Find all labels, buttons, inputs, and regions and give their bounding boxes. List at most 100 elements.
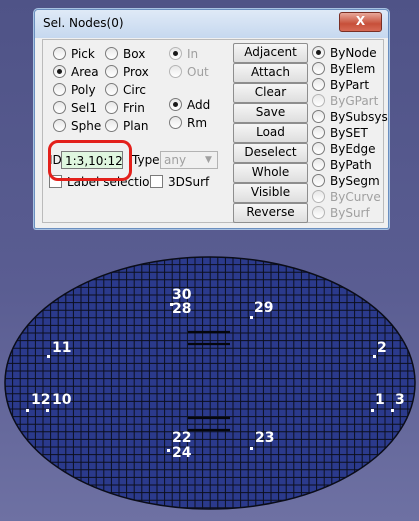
radio-indicator <box>105 119 118 132</box>
radio-plan[interactable]: Plan <box>105 118 149 134</box>
radio-label: Out <box>187 65 209 79</box>
radio-label: ByElem <box>330 62 376 76</box>
radio-indicator <box>312 46 325 59</box>
type-select[interactable]: any ▼ <box>160 151 218 169</box>
radio-label: In <box>187 47 199 61</box>
close-icon: X <box>355 14 366 28</box>
radio-label: Plan <box>123 119 149 133</box>
radio-label: ByPath <box>330 158 372 172</box>
radio-indicator <box>312 62 325 75</box>
node-label: 28 <box>172 301 192 317</box>
radio-out[interactable]: Out <box>169 64 209 80</box>
clear-button[interactable]: Clear <box>233 83 308 103</box>
whole-button[interactable]: Whole <box>233 163 308 183</box>
radio-indicator <box>53 101 66 114</box>
node-label: 3 <box>395 392 405 408</box>
node-marker[interactable] <box>391 409 394 412</box>
node-marker[interactable] <box>371 409 374 412</box>
id-field-highlight <box>48 140 132 181</box>
node-label: 23 <box>255 430 275 446</box>
radio-bysegm[interactable]: BySegm <box>312 173 380 189</box>
radio-label: BySET <box>330 126 368 140</box>
node-label: 11 <box>52 340 72 356</box>
radio-label: ByCurve <box>330 190 381 204</box>
radio-bysurf[interactable]: BySurf <box>312 205 370 221</box>
radio-sphe[interactable]: Sphe <box>53 118 101 134</box>
node-marker[interactable] <box>373 355 376 358</box>
radio-bynode[interactable]: ByNode <box>312 45 377 61</box>
node-marker[interactable] <box>167 449 170 452</box>
radio-indicator <box>53 119 66 132</box>
load-button[interactable]: Load <box>233 123 308 143</box>
3dsurf-checkbox[interactable]: 3DSurf <box>150 174 209 190</box>
radio-indicator <box>53 47 66 60</box>
checkbox-box <box>150 175 163 188</box>
radio-indicator <box>169 65 182 78</box>
radio-rm[interactable]: Rm <box>169 115 207 131</box>
node-label: 2 <box>377 340 387 356</box>
node-label: 22 <box>172 430 192 446</box>
node-label: 1 <box>375 392 385 408</box>
radio-label: Box <box>123 47 146 61</box>
radio-label: Sphe <box>71 119 102 133</box>
radio-in[interactable]: In <box>169 46 198 62</box>
node-marker[interactable] <box>250 447 253 450</box>
radio-prox[interactable]: Prox <box>105 64 149 80</box>
reverse-button[interactable]: Reverse <box>233 203 308 223</box>
radio-bypart[interactable]: ByPart <box>312 77 369 93</box>
radio-bygpart[interactable]: ByGPart <box>312 93 378 109</box>
dialog-titlebar[interactable]: Sel. Nodes(0) X <box>35 10 388 38</box>
radio-indicator <box>312 158 325 171</box>
radio-indicator <box>169 98 182 111</box>
radio-label: BySubsys <box>330 110 388 124</box>
radio-indicator <box>53 65 66 78</box>
node-label: 29 <box>254 300 274 316</box>
radio-indicator <box>312 94 325 107</box>
radio-indicator <box>105 83 118 96</box>
radio-byset[interactable]: BySET <box>312 125 368 141</box>
attach-button[interactable]: Attach <box>233 63 308 83</box>
node-marker[interactable] <box>47 355 50 358</box>
radio-bysubsys[interactable]: BySubsys <box>312 109 388 125</box>
radio-label: ByPart <box>330 78 370 92</box>
deselect-button[interactable]: Deselect <box>233 143 308 163</box>
radio-label: ByEdge <box>330 142 376 156</box>
radio-add[interactable]: Add <box>169 97 210 113</box>
radio-area[interactable]: Area <box>53 64 99 80</box>
radio-frin[interactable]: Frin <box>105 100 145 116</box>
chevron-down-icon[interactable]: ▼ <box>202 153 215 167</box>
radio-indicator <box>169 116 182 129</box>
visible-button[interactable]: Visible <box>233 183 308 203</box>
save-button[interactable]: Save <box>233 103 308 123</box>
node-label: 24 <box>172 445 192 461</box>
node-marker[interactable] <box>250 316 253 319</box>
node-marker[interactable] <box>46 409 49 412</box>
radio-bypath[interactable]: ByPath <box>312 157 372 173</box>
radio-label: BySurf <box>330 206 370 220</box>
radio-pick[interactable]: Pick <box>53 46 95 62</box>
radio-bycurve[interactable]: ByCurve <box>312 189 381 205</box>
radio-label: Pick <box>71 47 95 61</box>
radio-indicator <box>169 47 182 60</box>
radio-label: Poly <box>71 83 96 97</box>
radio-indicator <box>312 206 325 219</box>
radio-label: Prox <box>123 65 149 79</box>
node-marker[interactable] <box>26 409 29 412</box>
checkbox-label: 3DSurf <box>168 175 210 189</box>
select-nodes-dialog: Sel. Nodes(0) X Pick Area Poly Sel1 Sphe… <box>34 9 389 229</box>
radio-indicator <box>105 65 118 78</box>
radio-indicator <box>53 83 66 96</box>
radio-indicator <box>312 78 325 91</box>
adjacent-button[interactable]: Adjacent <box>233 43 308 63</box>
close-button[interactable]: X <box>339 12 382 32</box>
radio-byelem[interactable]: ByElem <box>312 61 375 77</box>
radio-box[interactable]: Box <box>105 46 145 62</box>
radio-byedge[interactable]: ByEdge <box>312 141 376 157</box>
radio-label: Sel1 <box>71 101 97 115</box>
radio-sel1[interactable]: Sel1 <box>53 100 97 116</box>
radio-label: BySegm <box>330 174 380 188</box>
radio-indicator <box>312 174 325 187</box>
radio-indicator <box>312 190 325 203</box>
radio-circ[interactable]: Circ <box>105 82 146 98</box>
radio-poly[interactable]: Poly <box>53 82 96 98</box>
